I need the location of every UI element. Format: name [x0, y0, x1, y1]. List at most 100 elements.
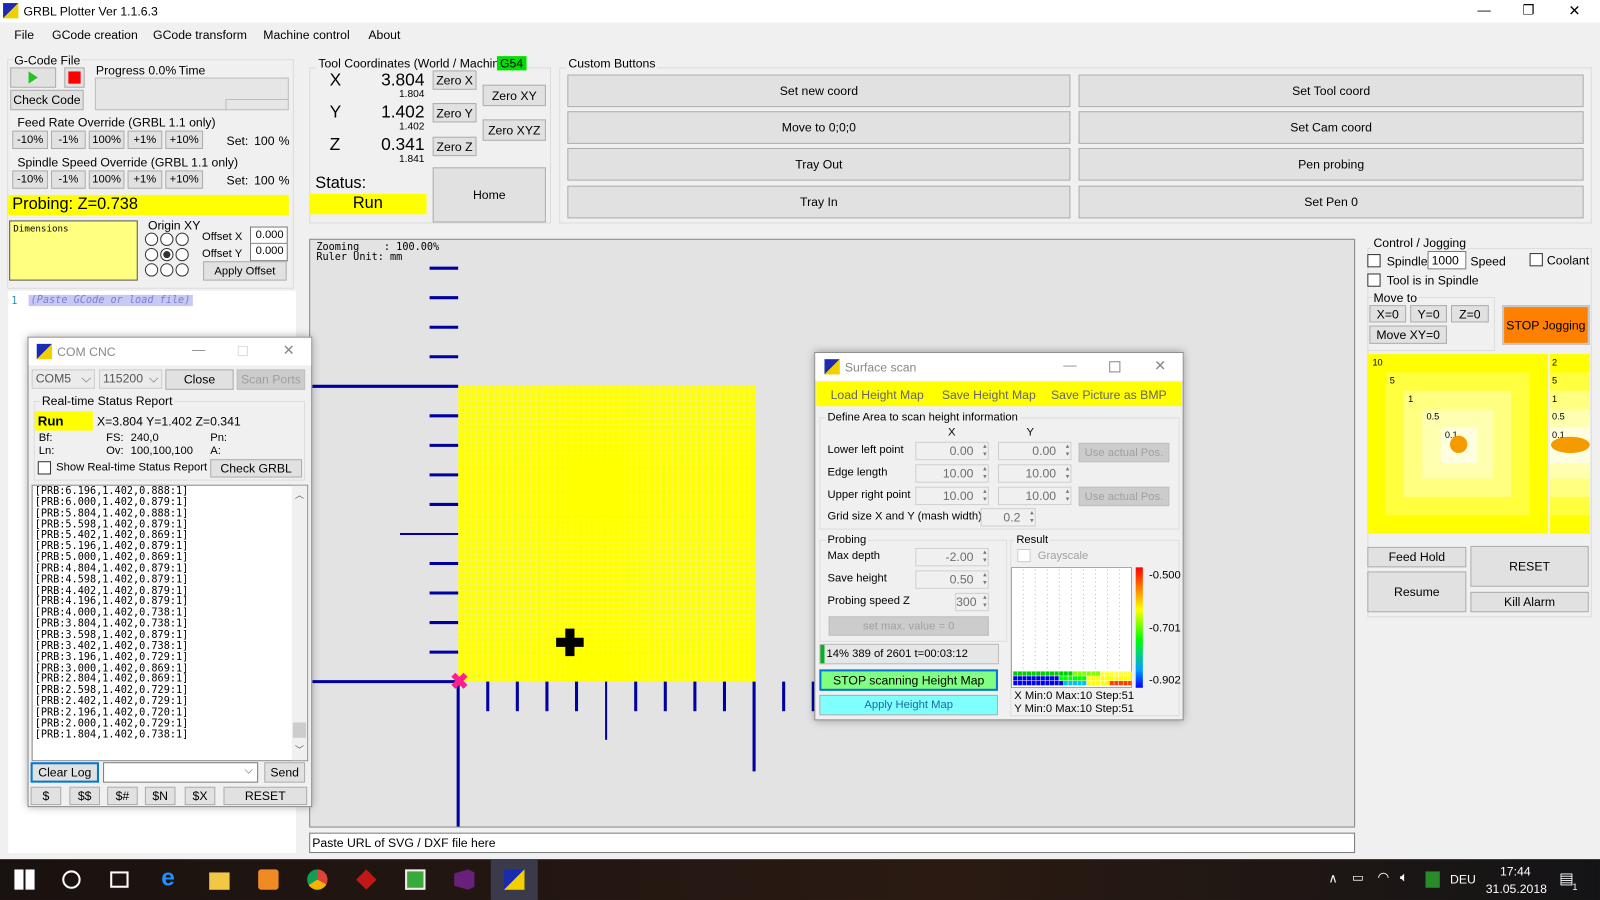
- offset-x-input[interactable]: 0.000: [249, 226, 288, 244]
- show-rt-checkbox[interactable]: [37, 461, 52, 475]
- visual-studio-icon[interactable]: [454, 869, 475, 890]
- zero-xy-button[interactable]: Zero XY: [482, 84, 546, 107]
- security-icon[interactable]: [1425, 871, 1440, 888]
- task-view-icon[interactable]: [110, 871, 129, 888]
- com-port-select[interactable]: COM5 ⌵: [31, 369, 95, 389]
- spindle-speed-input[interactable]: 1000: [1427, 251, 1467, 270]
- probing-speed-input[interactable]: 300: [955, 592, 989, 612]
- origin-radio[interactable]: [175, 232, 189, 246]
- media-player-icon[interactable]: [258, 869, 279, 890]
- origin-radio[interactable]: [144, 263, 159, 277]
- custom-button[interactable]: Set Cam coord: [1078, 111, 1584, 144]
- tray-overflow-icon[interactable]: ∧: [1329, 871, 1338, 885]
- feed-override-button[interactable]: +1%: [127, 130, 163, 149]
- reset-button[interactable]: RESET: [1470, 545, 1589, 587]
- spindle-override-button[interactable]: +10%: [165, 170, 204, 189]
- save-height-input[interactable]: 0.50: [915, 570, 989, 589]
- upper-right-y-input[interactable]: 10.00: [997, 486, 1072, 506]
- z-jog-pad[interactable]: 2 5 1 0.5 0.1: [1549, 354, 1590, 534]
- check-code-button[interactable]: Check Code: [10, 89, 84, 111]
- feed-override-button[interactable]: -10%: [12, 130, 48, 149]
- menu-gcode-transform[interactable]: GCode transform: [153, 28, 247, 42]
- spindle-override-button[interactable]: -10%: [12, 170, 48, 189]
- save-height-map-menu[interactable]: Save Height Map: [942, 388, 1036, 402]
- origin-radio[interactable]: [175, 263, 189, 277]
- custom-button[interactable]: Move to 0;0;0: [567, 111, 1071, 144]
- tool-in-spindle-checkbox[interactable]: [1367, 273, 1381, 287]
- custom-button[interactable]: Set new coord: [567, 74, 1071, 108]
- spindle-override-button[interactable]: +1%: [127, 170, 163, 189]
- lower-left-y-input[interactable]: 0.00: [997, 441, 1072, 461]
- minimize-button[interactable]: —: [1478, 2, 1491, 17]
- maximize-button[interactable]: ❐: [1522, 2, 1534, 18]
- scroll-down-icon[interactable]: ﹀: [295, 743, 304, 756]
- windows-start-icon[interactable]: [14, 869, 35, 890]
- origin-radio[interactable]: [175, 247, 189, 262]
- battery-icon[interactable]: ▭: [1352, 870, 1364, 884]
- zero-z-button[interactable]: Zero Z: [432, 136, 477, 157]
- max-depth-input[interactable]: -2.00: [915, 547, 989, 567]
- stop-scanning-button[interactable]: STOP scanning Height Map: [819, 669, 998, 691]
- xy-jog-pad[interactable]: 10 5 1 0.5 0.1: [1367, 354, 1548, 534]
- move-x0-button[interactable]: X=0: [1369, 305, 1407, 323]
- coolant-checkbox[interactable]: [1529, 253, 1543, 267]
- feed-override-button[interactable]: -1%: [51, 130, 86, 149]
- scan-close-button[interactable]: ✕: [1154, 357, 1166, 374]
- grbl-command-button[interactable]: $#: [107, 786, 138, 806]
- move-y0-button[interactable]: Y=0: [1410, 305, 1447, 323]
- load-height-map-menu[interactable]: Load Height Map: [831, 388, 924, 402]
- scan-minimize-button[interactable]: —: [1063, 357, 1076, 372]
- url-input[interactable]: Paste URL of SVG / DXF file here: [309, 832, 1356, 854]
- custom-button[interactable]: Set Tool coord: [1078, 74, 1584, 108]
- com-close-port-button[interactable]: Close: [165, 369, 234, 390]
- lower-left-x-input[interactable]: 0.00: [915, 441, 989, 461]
- origin-radio[interactable]: [160, 232, 174, 246]
- log-scrollbar[interactable]: ︿ ﹀: [291, 485, 308, 761]
- origin-radio[interactable]: [160, 263, 174, 277]
- spindle-checkbox[interactable]: [1367, 254, 1381, 268]
- com-reset-button[interactable]: RESET: [223, 786, 308, 806]
- menu-file[interactable]: File: [14, 28, 34, 42]
- origin-radio[interactable]: [160, 247, 174, 262]
- command-input[interactable]: ⌵: [103, 762, 259, 783]
- input-language[interactable]: DEU: [1450, 872, 1476, 886]
- menu-machine-control[interactable]: Machine control: [263, 28, 349, 42]
- zero-y-button[interactable]: Zero Y: [432, 103, 477, 123]
- scan-maximize-button[interactable]: [1109, 361, 1121, 373]
- run-button[interactable]: [10, 67, 57, 88]
- send-button[interactable]: Send: [264, 762, 306, 783]
- grbl-command-button[interactable]: $N: [144, 786, 176, 806]
- feed-hold-button[interactable]: Feed Hold: [1367, 546, 1467, 568]
- apply-offset-button[interactable]: Apply Offset: [203, 261, 287, 281]
- grid-size-input[interactable]: 0.2: [980, 508, 1036, 527]
- grbl-command-button[interactable]: $X: [184, 786, 216, 806]
- menu-about[interactable]: About: [368, 28, 400, 42]
- close-button[interactable]: ✕: [1568, 2, 1580, 19]
- feed-override-button[interactable]: +10%: [165, 130, 204, 149]
- stop-jogging-button[interactable]: STOP Jogging: [1502, 305, 1590, 345]
- save-picture-menu[interactable]: Save Picture as BMP: [1051, 388, 1167, 402]
- edge-y-input[interactable]: 10.00: [997, 464, 1072, 483]
- baud-rate-select[interactable]: 115200 ⌵: [98, 369, 163, 389]
- scroll-up-icon[interactable]: ︿: [295, 488, 304, 501]
- home-button[interactable]: Home: [432, 167, 546, 223]
- custom-button[interactable]: Set Pen 0: [1078, 185, 1584, 219]
- clear-log-button[interactable]: Clear Log: [30, 762, 99, 783]
- apply-height-map-button[interactable]: Apply Height Map: [819, 694, 998, 716]
- file-explorer-icon[interactable]: [209, 872, 230, 890]
- zero-x-button[interactable]: Zero X: [432, 70, 477, 90]
- app-icon-red[interactable]: [356, 869, 377, 890]
- grbl-command-button[interactable]: $: [30, 786, 62, 806]
- feed-override-button[interactable]: 100%: [88, 130, 125, 149]
- com-minimize-button[interactable]: —: [192, 342, 205, 357]
- com-log[interactable]: [PRB:6.196,1.402,0.888:1] [PRB:6.000,1.40…: [31, 484, 309, 762]
- edge-x-input[interactable]: 10.00: [915, 464, 989, 483]
- custom-button[interactable]: Tray Out: [567, 147, 1071, 181]
- clock-time[interactable]: 17:44: [1500, 864, 1531, 878]
- notepad-icon[interactable]: [405, 869, 426, 890]
- stop-button[interactable]: [64, 67, 85, 88]
- custom-button[interactable]: Pen probing: [1078, 147, 1584, 181]
- spindle-override-button[interactable]: 100%: [88, 170, 125, 189]
- move-xy0-button[interactable]: Move XY=0: [1369, 325, 1447, 344]
- volume-icon[interactable]: 🔈︎: [1400, 869, 1408, 885]
